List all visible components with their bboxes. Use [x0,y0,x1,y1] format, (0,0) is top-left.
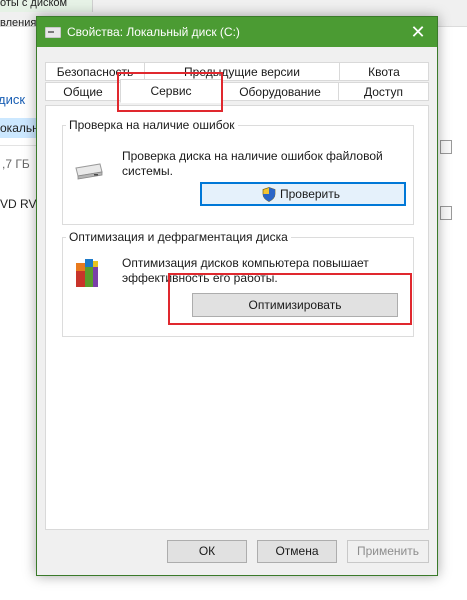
error-check-group [62,125,414,225]
cancel-button[interactable]: Отмена [257,540,337,563]
defrag-icon [76,259,98,287]
background-drive-name: окальн [0,121,39,135]
optimize-description-line1: Оптимизация дисков компьютера повышает [122,256,369,270]
background-file-icon [440,206,452,220]
background-right-column [438,30,467,590]
tab-general[interactable]: Общие [45,82,121,101]
error-check-description-line1: Проверка диска на наличие ошибок файлово… [122,149,383,163]
apply-button[interactable]: Применить [347,540,429,563]
check-button-label: Проверить [280,187,341,201]
background-toolbar-text-2: вления [0,17,37,29]
background-divider [0,145,36,146]
check-button[interactable]: Проверить [200,182,406,206]
optimize-button[interactable]: Оптимизировать [192,293,398,317]
tab-sharing[interactable]: Доступ [338,82,429,101]
background-toolbar-text-1: оты с диском [0,0,68,9]
tab-tools[interactable]: Сервис [120,79,222,103]
error-check-description-line2: системы. [122,164,173,178]
hard-drive-icon [75,163,103,180]
uac-shield-icon [262,187,276,202]
background-section-label: диск [0,92,26,107]
background-file-icon [440,140,452,154]
tab-quota[interactable]: Квота [339,62,429,81]
close-icon[interactable]: ✕ [407,21,429,43]
optimize-description-line2: эффективность его работы. [122,271,278,285]
dialog-titlebar[interactable]: Свойства: Локальный диск (C:) ✕ [37,17,437,47]
error-check-group-title: Проверка на наличие ошибок [66,118,238,132]
drive-icon [45,27,61,38]
background-dvd-drive: VD RV [0,197,37,211]
tab-hardware[interactable]: Оборудование [221,82,339,101]
background-drive-size: ,7 ГБ [2,157,30,171]
optimize-group [62,237,414,337]
ok-button[interactable]: ОК [167,540,247,563]
optimize-group-title: Оптимизация и дефрагментация диска [66,230,291,244]
tools-tab-panel: Проверка на наличие ошибок Проверка диск… [45,105,429,530]
dialog-title: Свойства: Локальный диск (C:) [67,25,240,39]
properties-dialog: Свойства: Локальный диск (C:) ✕ Безопасн… [36,16,438,576]
